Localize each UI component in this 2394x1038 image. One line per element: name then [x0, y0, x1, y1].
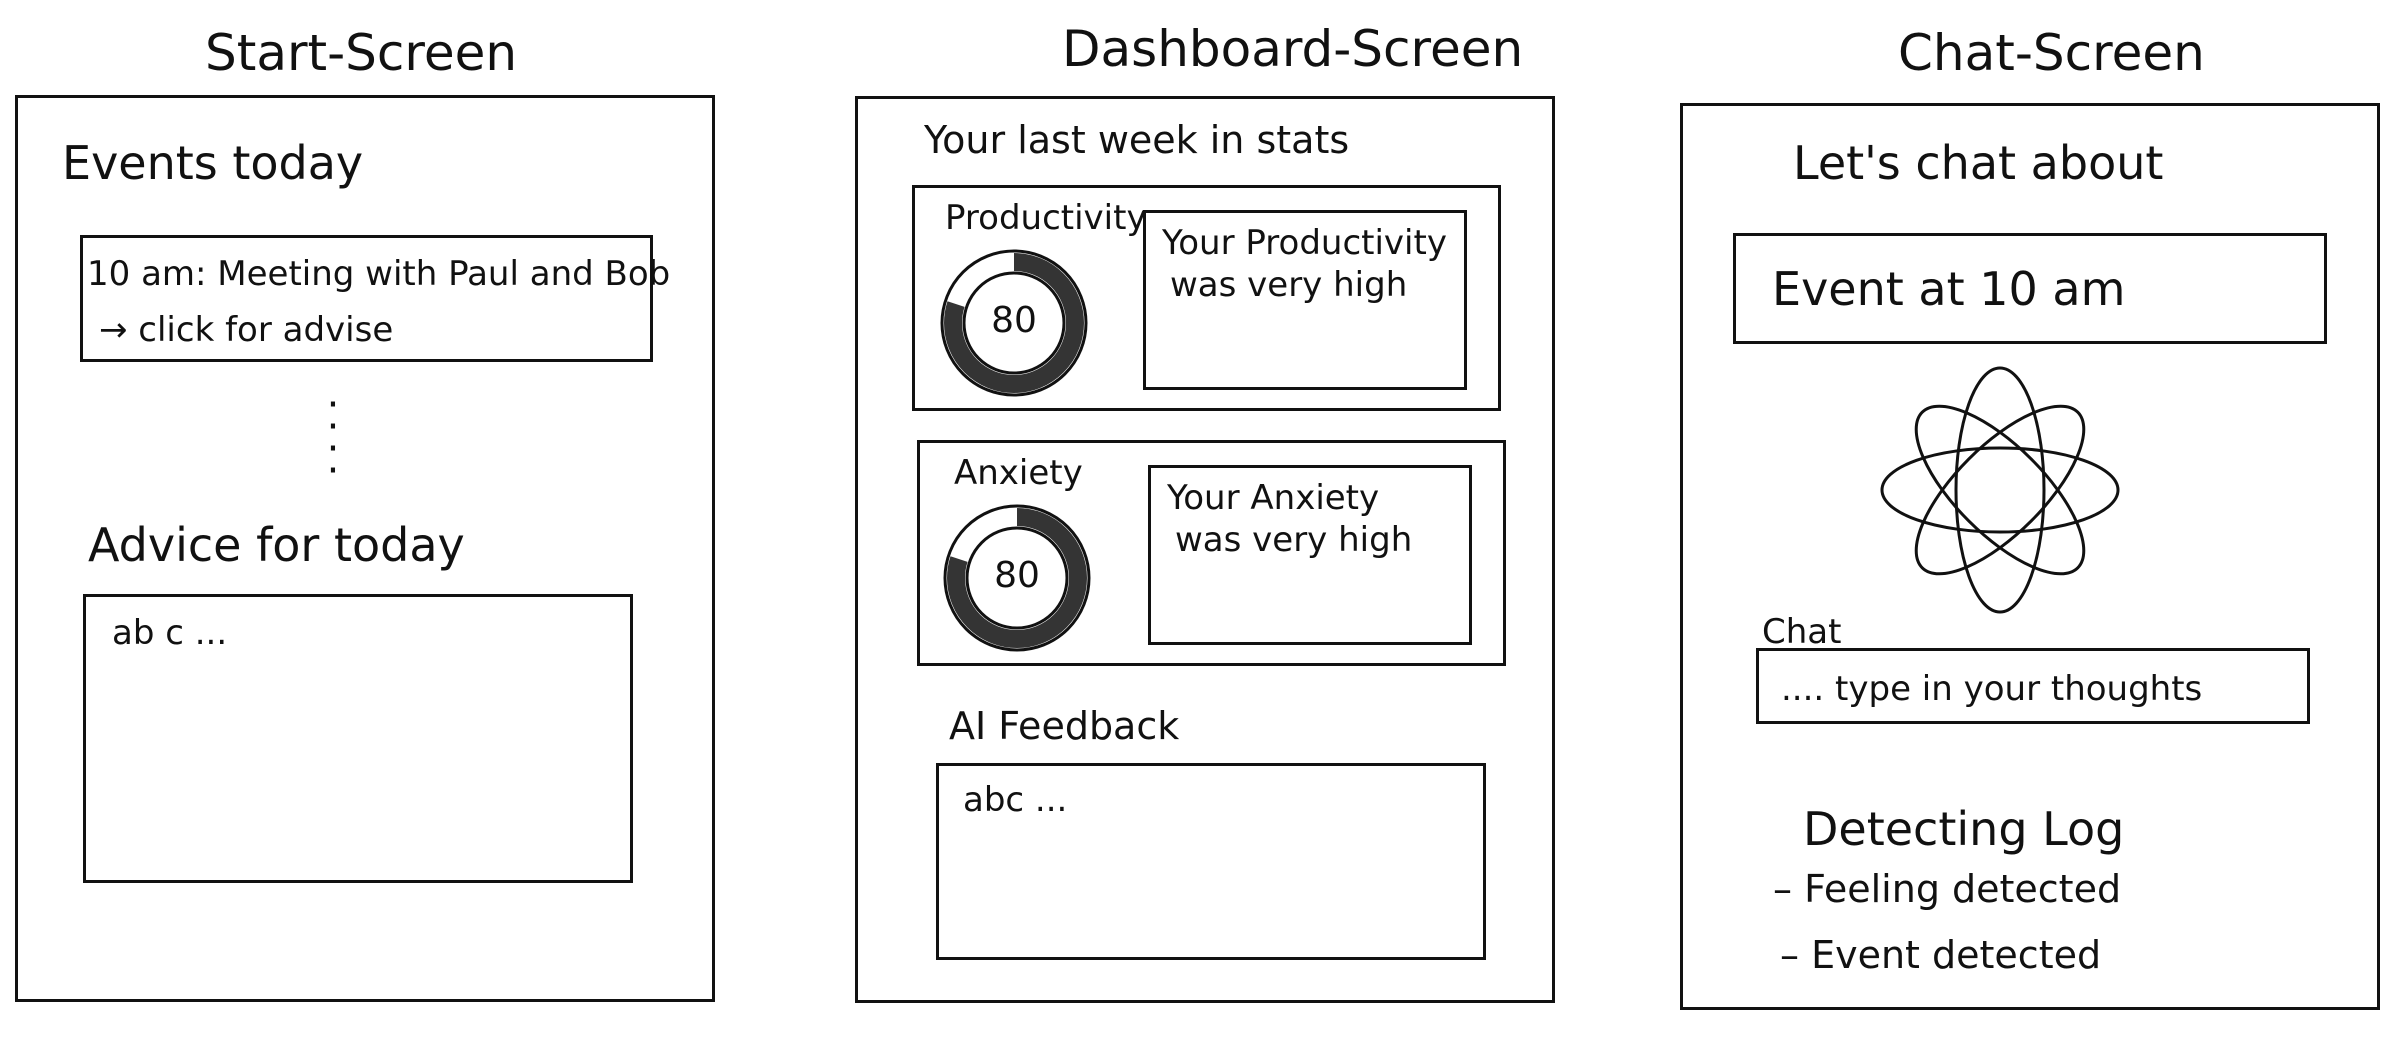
productivity-value: 80 [991, 300, 1037, 341]
ai-feedback-text: abc ... [963, 780, 1068, 820]
stats-heading: Your last week in stats [924, 118, 1350, 162]
anxiety-card[interactable]: Anxiety 80 Your Anxiety was very high [917, 440, 1506, 666]
advice-box: ab c ... [83, 594, 633, 883]
start-screen-title: Start-Screen [205, 24, 518, 82]
chat-input-placeholder: .... type in your thoughts [1781, 669, 2203, 709]
more-events-dots-icon: · · · · [326, 382, 340, 494]
productivity-summary-line2: was very high [1170, 265, 1408, 305]
events-today-heading: Events today [62, 136, 364, 190]
chat-topic-value: Event at 10 am [1772, 262, 2126, 316]
advice-text: ab c ... [112, 613, 228, 653]
lets-chat-heading: Let's chat about [1793, 136, 2164, 190]
event-card-advise-link[interactable]: → click for advise [99, 308, 393, 352]
ai-feedback-box: abc ... [936, 763, 1486, 960]
event-card[interactable]: 10 am: Meeting with Paul and Bob → click… [80, 235, 670, 362]
productivity-card[interactable]: Productivity 80 Your Productivity was ve… [912, 185, 1501, 411]
atom-orbit-icon [1880, 366, 2120, 614]
dashboard-screen-title: Dashboard-Screen [1062, 20, 1524, 78]
detecting-log-heading: Detecting Log [1803, 802, 2125, 856]
productivity-summary-box: Your Productivity was very high [1143, 210, 1467, 390]
log-item: – Feeling detected [1773, 867, 2122, 911]
productivity-label: Productivity [945, 198, 1147, 238]
anxiety-value: 80 [994, 555, 1040, 596]
productivity-summary-line1: Your Productivity [1162, 223, 1447, 263]
chat-input[interactable]: .... type in your thoughts [1756, 648, 2310, 724]
log-item: – Event detected [1780, 933, 2102, 977]
anxiety-summary-line1: Your Anxiety [1167, 478, 1380, 518]
event-card-line1: 10 am: Meeting with Paul and Bob [87, 254, 671, 294]
anxiety-summary-box: Your Anxiety was very high [1148, 465, 1472, 645]
chat-screen-title: Chat-Screen [1898, 24, 2205, 82]
advice-heading: Advice for today [88, 518, 465, 572]
anxiety-summary-line2: was very high [1175, 520, 1413, 560]
anxiety-label: Anxiety [954, 453, 1083, 493]
chat-topic-box[interactable]: Event at 10 am [1733, 233, 2327, 344]
ai-feedback-heading: AI Feedback [949, 704, 1180, 748]
